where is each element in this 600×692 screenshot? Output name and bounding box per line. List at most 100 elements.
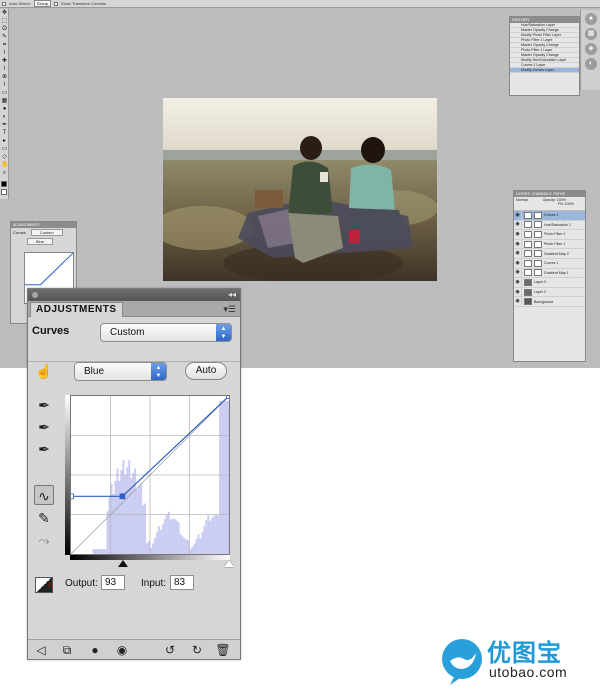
clipping-warning-icon[interactable]: ! — [35, 577, 53, 593]
close-panel-icon[interactable] — [32, 292, 38, 298]
panel-menu-icon[interactable]: ▾☰ — [223, 302, 236, 316]
layer-row[interactable]: ◉ Gradient Map 1 — [514, 268, 585, 279]
fill-value[interactable]: 100% — [565, 202, 574, 206]
panel-title-bar[interactable]: ◂◂ — [28, 289, 240, 301]
layer-thumbnail — [524, 288, 532, 296]
blur-tool-icon[interactable]: ● — [1, 106, 8, 113]
input-field[interactable]: 83 — [170, 575, 194, 590]
history-panel: HISTORY Hue/Saturation Layer Master Opac… — [509, 16, 580, 96]
transform-controls-checkbox[interactable] — [53, 1, 58, 6]
layer-row[interactable]: ◉ Layer 2 — [514, 287, 585, 298]
gray-point-eyedropper-icon[interactable]: ✒ — [34, 417, 54, 437]
pen-tool-icon[interactable]: ✒ — [1, 122, 8, 129]
white-input-slider[interactable] — [224, 560, 234, 567]
eye-icon[interactable]: ◉ — [514, 258, 522, 268]
photo-canvas[interactable] — [163, 98, 437, 281]
lasso-tool-icon[interactable]: ʘ — [1, 26, 8, 33]
marquee-tool-icon[interactable]: ⬚ — [1, 18, 8, 25]
tab-layers[interactable]: LAYERS — [516, 191, 530, 197]
background-color-swatch[interactable] — [1, 189, 7, 195]
swatches-panel-icon[interactable]: ▦ — [585, 28, 597, 40]
visibility-eye-icon[interactable]: ◉ — [113, 641, 131, 659]
toolbox: ✥ ⬚ ʘ ✎ ⌗ ǀ ✚ ǀ ⊕ ǀ ▭ ▦ ● ◐ ✒ T ▸ ▭ ◇ ✋ … — [0, 9, 9, 199]
man-shirt — [349, 164, 395, 210]
curves-graph[interactable] — [70, 395, 230, 555]
active-curve-point[interactable] — [119, 493, 126, 500]
eye-icon[interactable]: ◉ — [514, 297, 522, 307]
auto-select-checkbox[interactable] — [2, 1, 6, 6]
eyedropper-tool-icon[interactable]: ǀ — [1, 50, 8, 57]
select-arrows-icon: ▲ ▼ — [216, 324, 231, 341]
history-item-active[interactable]: Modify Curves Layer — [510, 68, 579, 73]
quick-select-tool-icon[interactable]: ✎ — [1, 34, 8, 41]
eye-icon[interactable]: ◉ — [514, 268, 522, 278]
back-arrow-icon[interactable]: ◁ — [32, 641, 50, 659]
3d-tool-icon[interactable]: ◇ — [1, 154, 8, 161]
channel-select[interactable]: Blue ▲ ▼ — [74, 362, 167, 381]
hand-tool-icon[interactable]: ✋ — [1, 162, 8, 169]
color-panel-icon[interactable]: ● — [585, 13, 597, 25]
layer-row[interactable]: ◉ Background — [514, 297, 585, 307]
eraser-tool-icon[interactable]: ▭ — [1, 90, 8, 97]
curves-header: Curves Custom ▲ ▼ — [28, 317, 240, 362]
zoom-tool-icon[interactable]: ⌕ — [1, 170, 8, 177]
adjustments-thumb-preset-value[interactable]: Custom — [30, 229, 63, 236]
eye-icon[interactable]: ◉ — [514, 210, 522, 220]
histogram-bar — [120, 470, 123, 554]
smooth-icon[interactable]: ⤳ — [34, 530, 54, 550]
dodge-tool-icon[interactable]: ◐ — [1, 114, 8, 121]
expand-view-icon[interactable]: ⧉ — [58, 641, 76, 659]
layer-row[interactable]: ◉ Photo Filter 2 — [514, 229, 585, 240]
previous-state-icon[interactable]: ↺ — [161, 641, 179, 659]
crop-tool-icon[interactable]: ⌗ — [1, 42, 8, 49]
shape-tool-icon[interactable]: ▭ — [1, 146, 8, 153]
layer-row[interactable]: ◉ Layer 3 — [514, 277, 585, 288]
layer-row[interactable]: ◉ Hue/Saturation 1 — [514, 220, 585, 231]
reset-icon[interactable]: ↻ — [188, 641, 206, 659]
histogram-bar — [142, 505, 145, 554]
layer-row[interactable]: ◉ Photo Filter 1 — [514, 239, 585, 250]
eye-icon[interactable]: ◉ — [514, 239, 522, 249]
trash-icon[interactable]: 🗑 — [214, 641, 232, 659]
gradient-tool-icon[interactable]: ▦ — [1, 98, 8, 105]
layer-row[interactable]: ◉ Curves 1 — [514, 210, 585, 221]
move-tool-icon[interactable]: ✥ — [1, 10, 8, 17]
healing-tool-icon[interactable]: ✚ — [1, 58, 8, 65]
eye-icon[interactable]: ◉ — [514, 249, 522, 259]
foreground-color-swatch[interactable] — [1, 181, 7, 187]
adjustments-panel-icon[interactable]: ◐ — [585, 58, 597, 70]
output-field[interactable]: 93 — [101, 575, 125, 590]
tab-adjustments[interactable]: ADJUSTMENTS — [30, 302, 123, 317]
clip-layer-icon[interactable]: ● — [86, 641, 104, 659]
layer-row[interactable]: ◉ Curves 1 — [514, 258, 585, 269]
eye-icon[interactable]: ◉ — [514, 287, 522, 297]
black-point-eyedropper-icon[interactable]: ✒ — [34, 395, 54, 415]
auto-select-dropdown[interactable]: Group — [33, 0, 51, 7]
pencil-icon[interactable]: ✎ — [34, 508, 54, 528]
black-input-slider[interactable] — [118, 560, 128, 567]
path-select-tool-icon[interactable]: ▸ — [1, 138, 8, 145]
histogram-bar — [102, 549, 105, 554]
curve-point[interactable] — [70, 493, 74, 500]
type-tool-icon[interactable]: T — [1, 130, 8, 137]
target-adjust-icon[interactable]: ☝ — [34, 362, 54, 380]
tab-channels[interactable]: CHANNELS — [532, 191, 552, 197]
curve-point[interactable] — [226, 395, 230, 399]
curve-edit-icon[interactable]: ∿ — [34, 485, 54, 505]
auto-button[interactable]: Auto — [185, 362, 227, 380]
eye-icon[interactable]: ◉ — [514, 220, 522, 230]
adjustments-thumb-channel[interactable]: Blue — [27, 238, 54, 245]
clone-tool-icon[interactable]: ⊕ — [1, 74, 8, 81]
brush-tool-icon[interactable]: ǀ — [1, 66, 8, 73]
eye-icon[interactable]: ◉ — [514, 229, 522, 239]
history-brush-tool-icon[interactable]: ǀ — [1, 82, 8, 89]
collapse-panel-icon[interactable]: ◂◂ — [228, 290, 236, 300]
styles-panel-icon[interactable]: ◈ — [585, 43, 597, 55]
preset-select[interactable]: Custom ▲ ▼ — [100, 323, 232, 342]
layer-row[interactable]: ◉ Gradient Map 2 — [514, 249, 585, 259]
panel-dock: ● ▦ ◈ ◐ — [580, 10, 600, 90]
eye-icon[interactable]: ◉ — [514, 277, 522, 287]
tab-paths[interactable]: PATHS — [554, 191, 565, 197]
white-point-eyedropper-icon[interactable]: ✒ — [34, 439, 54, 459]
blend-mode-select[interactable]: Normal — [516, 198, 528, 202]
